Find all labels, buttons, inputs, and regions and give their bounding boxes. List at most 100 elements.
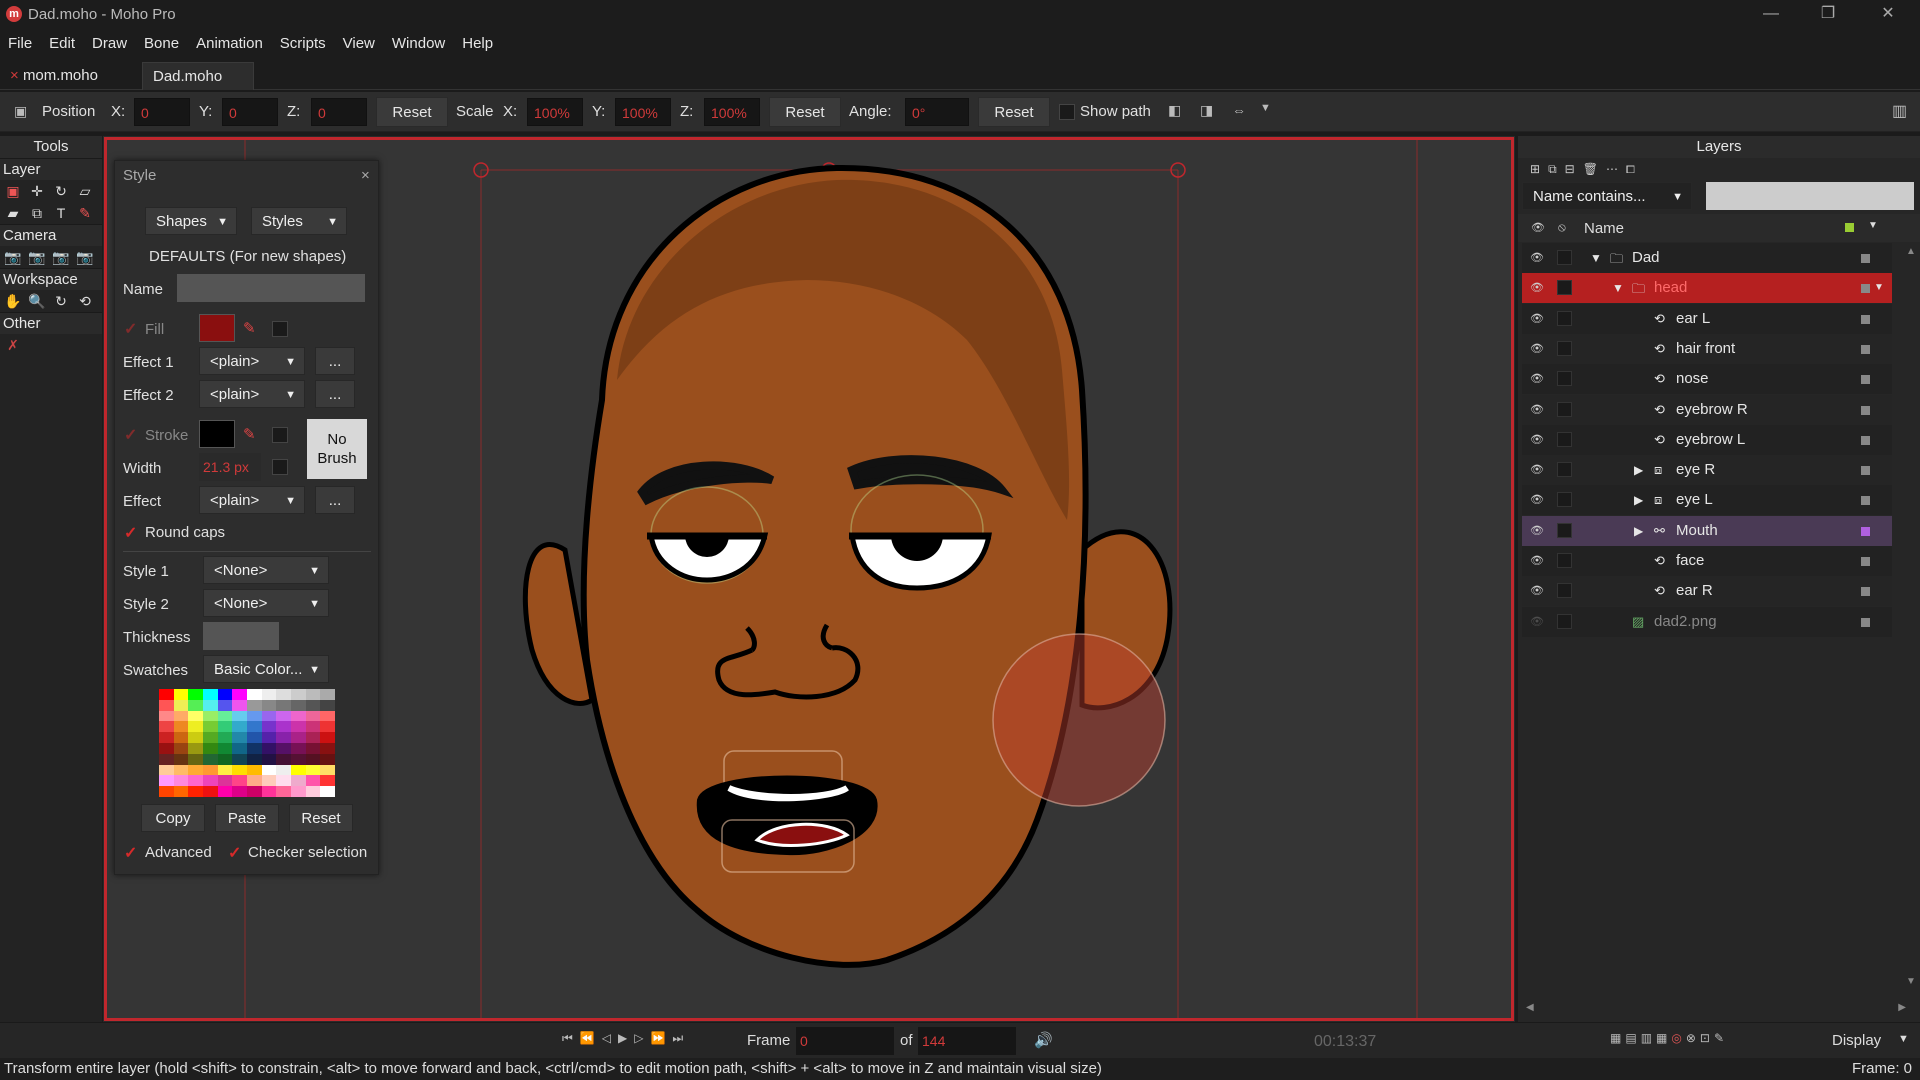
duplicate-layer-icon[interactable]: ⧉ [1548, 162, 1565, 176]
color-swatch[interactable] [173, 743, 189, 755]
visibility-icon[interactable]: 👁 [1530, 524, 1546, 537]
color-swatch[interactable] [320, 721, 336, 733]
color-swatch[interactable] [305, 732, 321, 744]
menu-draw[interactable]: Draw [84, 35, 136, 52]
color-swatch[interactable] [188, 775, 204, 787]
layer-row-eyebrow-r[interactable]: 👁 ⟲ eyebrow R [1522, 394, 1892, 425]
layer-color-tag[interactable] [1861, 284, 1870, 294]
effect1-dropdown[interactable]: <plain> ▼ [199, 347, 305, 375]
color-swatch[interactable] [276, 699, 292, 712]
scale-z-field[interactable]: 100% [704, 98, 760, 126]
transform-layer-tool-icon[interactable]: ▣ [4, 183, 22, 200]
layer-checkbox[interactable] [1557, 431, 1572, 447]
show-path-checkbox[interactable] [1059, 104, 1075, 120]
layer-color-tag[interactable] [1861, 254, 1870, 263]
grid-icon[interactable]: ▦ [1610, 1031, 1625, 1045]
width-extra-checkbox[interactable] [272, 459, 288, 475]
layer-row-eye-r[interactable]: 👁 ▶ ⧈ eye R [1522, 455, 1892, 486]
color-swatch[interactable] [276, 689, 292, 701]
menu-help[interactable]: Help [454, 35, 502, 52]
color-swatch[interactable] [247, 699, 263, 712]
color-swatch[interactable] [305, 786, 321, 798]
color-swatch[interactable] [217, 732, 233, 744]
shear-tool-icon[interactable]: ▱ [76, 183, 94, 200]
width-field[interactable]: 21.3 px [199, 453, 261, 481]
color-swatch[interactable] [291, 689, 307, 701]
color-swatch[interactable] [320, 689, 336, 701]
layer-checkbox[interactable] [1557, 462, 1572, 478]
step-back-icon[interactable]: ⏪ [580, 1031, 602, 1045]
color-swatch[interactable] [320, 775, 336, 787]
total-frames-field[interactable]: 144 [918, 1027, 1016, 1055]
pen-icon[interactable]: ✎ [1714, 1031, 1728, 1045]
visibility-icon[interactable]: 👁 [1530, 403, 1546, 416]
layer-row-ear-l[interactable]: 👁 ⟲ ear L [1522, 303, 1892, 334]
color-swatch[interactable] [217, 689, 233, 701]
layer-color-tag[interactable] [1861, 587, 1870, 597]
layer-checkbox[interactable] [1557, 280, 1572, 296]
color-swatch[interactable] [217, 764, 233, 776]
expand-right-icon[interactable]: ▶ [1634, 463, 1643, 477]
color-swatch[interactable] [247, 721, 263, 733]
visibility-icon[interactable]: 👁 [1530, 554, 1546, 567]
color-swatch[interactable] [173, 710, 189, 722]
color-swatch[interactable] [232, 732, 248, 744]
visibility-icon[interactable]: 👁 [1530, 493, 1546, 506]
visibility-icon[interactable]: 👁 [1530, 251, 1546, 264]
layer-filter-input[interactable] [1706, 182, 1914, 210]
color-swatch[interactable] [247, 775, 263, 787]
color-swatch[interactable] [203, 689, 219, 701]
color-swatch[interactable] [203, 764, 219, 776]
zoom-tool-icon[interactable]: 🔍 [28, 293, 46, 310]
color-swatch[interactable] [232, 786, 248, 798]
color-swatch[interactable] [173, 732, 189, 744]
menu-bone[interactable]: Bone [136, 35, 188, 52]
layer-row-face[interactable]: 👁 ⟲ face [1522, 546, 1892, 576]
effect2-more-button[interactable]: ... [315, 380, 355, 408]
color-swatch[interactable] [247, 764, 263, 776]
color-swatch[interactable] [247, 753, 263, 766]
hand-tool-icon[interactable]: ✋ [4, 293, 22, 310]
rewind-icon[interactable]: ⏮ [562, 1031, 580, 1045]
color-swatch[interactable] [291, 710, 307, 722]
new-layer-icon[interactable]: ⊞ [1530, 162, 1548, 176]
visibility-icon[interactable]: 👁 [1530, 615, 1546, 628]
color-swatch[interactable] [173, 775, 189, 787]
color-swatch[interactable] [247, 786, 263, 798]
camera-pan-icon[interactable]: 📷 [76, 249, 94, 266]
swatches-dropdown[interactable]: Basic Color... ▼ [203, 655, 329, 683]
layer-row-mouth[interactable]: 👁 ▶ ⚯ Mouth [1522, 515, 1892, 546]
delete-layer-icon[interactable]: 🗑 [1583, 162, 1606, 176]
color-swatch[interactable] [305, 775, 321, 787]
color-swatch[interactable] [261, 743, 277, 755]
stroke-checkbox[interactable]: ✓ [124, 428, 138, 444]
color-swatch[interactable] [305, 753, 321, 766]
color-swatch[interactable] [261, 753, 277, 766]
color-swatch[interactable] [232, 753, 248, 766]
style1-dropdown[interactable]: <None> ▼ [203, 556, 329, 584]
wire-icon[interactable]: ⊡ [1700, 1031, 1714, 1045]
layout-icon[interactable]: ▤ [1625, 1031, 1640, 1045]
color-swatch[interactable] [261, 786, 277, 798]
chevron-down-icon[interactable]: ▼ [1874, 282, 1884, 293]
color-swatch[interactable] [305, 764, 321, 776]
checker-selection-checkbox[interactable]: ✓ [228, 846, 242, 862]
style2-dropdown[interactable]: <None> ▼ [203, 589, 329, 617]
scroll-left-icon[interactable]: ◀ [1526, 1002, 1534, 1013]
color-swatch[interactable] [159, 689, 175, 701]
color-swatch[interactable] [261, 775, 277, 787]
color-swatch[interactable] [188, 689, 204, 701]
color-swatch[interactable] [247, 710, 263, 722]
color-swatch[interactable] [247, 732, 263, 744]
color-swatch[interactable] [232, 699, 248, 712]
layer-row-nose[interactable]: 👁 ⟲ nose [1522, 364, 1892, 395]
color-swatch[interactable] [291, 699, 307, 712]
position-x-field[interactable]: 0 [134, 98, 190, 126]
color-swatch[interactable] [159, 775, 175, 787]
layer-color-tag[interactable] [1861, 617, 1870, 627]
angle-field[interactable]: 0° [905, 98, 969, 126]
layer-row-dad2-png[interactable]: 👁 ▨ dad2.png [1522, 606, 1892, 637]
layer-color-tag[interactable] [1861, 314, 1870, 324]
color-swatch[interactable] [320, 764, 336, 776]
color-swatch[interactable] [188, 699, 204, 712]
